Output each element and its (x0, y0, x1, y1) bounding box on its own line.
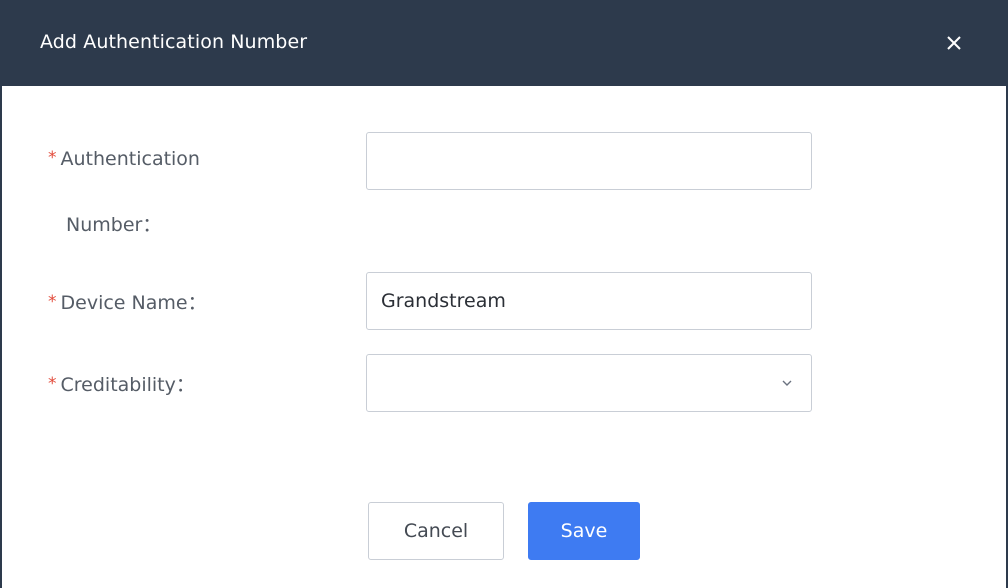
dialog-header: Add Authentication Number (2, 0, 1006, 86)
auth-number-label: * Authentication (48, 148, 200, 170)
auth-number-label-line1: Authentication (60, 148, 200, 170)
required-mark: * (48, 374, 57, 394)
device-name-input[interactable] (366, 272, 812, 330)
creditability-label: * Creditability： (48, 370, 195, 397)
required-mark: * (48, 292, 57, 312)
auth-number-input[interactable] (366, 132, 812, 190)
device-name-label: * Device Name： (48, 288, 207, 315)
chevron-down-icon (782, 380, 792, 386)
close-icon[interactable] (938, 27, 970, 59)
auth-number-label-line2: Number： (66, 214, 162, 236)
add-authentication-number-dialog: Add Authentication Number * Authenticatio… (0, 0, 1008, 588)
creditability-select[interactable] (366, 354, 812, 412)
save-button[interactable]: Save (528, 502, 640, 560)
device-name-label-text: Device Name： (60, 292, 207, 314)
cancel-button[interactable]: Cancel (368, 502, 504, 560)
required-mark: * (48, 148, 57, 168)
creditability-label-text: Creditability： (60, 374, 195, 396)
dialog-title: Add Authentication Number (40, 31, 308, 53)
